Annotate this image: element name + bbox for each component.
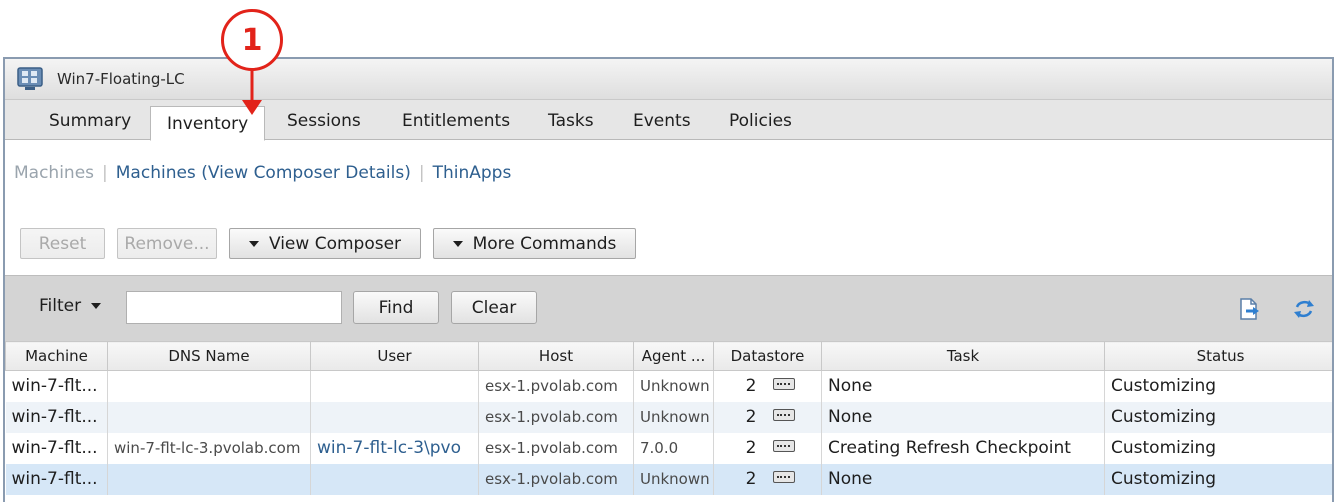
cell-host: esx-1.pvolab.com [478,401,634,433]
cell-user [310,463,479,495]
cell-machine: win-7-flt... [5,370,108,402]
view-composer-label: View Composer [268,233,402,254]
cell-host: esx-1.pvolab.com [478,370,634,402]
cell-task: Creating Refresh Checkpoint [821,432,1105,464]
cell-datastore: 2 [713,432,822,464]
column-header-machine[interactable]: Machine [5,341,108,371]
cell-user [310,401,479,433]
cell-dns-name [107,370,311,402]
datastore-details-icon[interactable] [772,471,795,483]
cell-agent: Unknown [633,463,714,495]
machines-table: Machine DNS Name User Host Agent ... Dat… [5,341,1332,495]
pool-window: Win7-Floating-LC Summary Inventory Sessi… [3,57,1334,502]
table-header-row: Machine DNS Name User Host Agent ... Dat… [5,341,1332,371]
remove-button[interactable]: Remove... [117,228,217,259]
datastore-details-icon[interactable] [772,409,795,421]
cell-task: None [821,370,1105,402]
column-header-agent[interactable]: Agent ... [633,341,714,371]
table-row[interactable]: win-7-flt... esx-1.pvolab.com Unknown 2 … [5,401,1332,433]
tab-entitlements[interactable]: Entitlements [386,100,526,140]
datastore-count: 2 [745,438,757,458]
cell-datastore: 2 [713,463,822,495]
view-composer-menu-button[interactable]: View Composer [229,228,421,259]
table-row[interactable]: win-7-flt... esx-1.pvolab.com Unknown 2 … [5,370,1332,402]
datastore-count: 2 [745,407,757,427]
cell-task: None [821,401,1105,433]
more-commands-label: More Commands [472,233,617,254]
datastore-details-icon[interactable] [772,440,795,452]
datastore-count: 2 [745,376,757,397]
cell-host: esx-1.pvolab.com [478,463,634,495]
tab-policies[interactable]: Policies [713,100,808,140]
cell-dns-name [107,463,311,495]
column-header-status[interactable]: Status [1104,341,1332,371]
cell-machine: win-7-flt... [5,432,108,464]
filter-input[interactable] [126,291,342,324]
tab-bar: Summary Inventory Sessions Entitlements … [5,100,1332,141]
filter-dropdown[interactable]: Filter [39,296,102,316]
clear-button[interactable]: Clear [451,291,537,324]
filter-bar: Filter Find Clear [5,275,1332,341]
subnav-composer-details-link[interactable]: Machines (View Composer Details) [116,163,411,183]
column-header-task[interactable]: Task [821,341,1105,371]
column-header-datastore[interactable]: Datastore [713,341,822,371]
dropdown-triangle-icon [248,240,259,247]
cell-dns-name: win-7-flt-lc-3.pvolab.com [107,432,311,464]
tab-tasks[interactable]: Tasks [532,100,610,140]
arrow-down-icon [242,70,262,115]
cell-status: Customizing [1104,401,1332,433]
cell-host: esx-1.pvolab.com [478,432,634,464]
cell-user[interactable]: win-7-flt-lc-3\pvo [310,432,479,464]
window-title: Win7-Floating-LC [57,70,185,88]
cell-dns-name [107,401,311,433]
cell-machine: win-7-flt... [5,401,108,433]
reset-button[interactable]: Reset [20,228,105,259]
subnav-separator: | [102,163,108,183]
cell-agent: 7.0.0 [633,432,714,464]
filter-label: Filter [39,296,82,316]
tab-events[interactable]: Events [617,100,707,140]
cell-datastore: 2 [713,370,822,402]
subnav-separator: | [418,163,425,183]
window-titlebar: Win7-Floating-LC [5,59,1332,100]
datastore-count: 2 [745,469,757,489]
dropdown-triangle-icon [91,303,102,309]
tab-sessions[interactable]: Sessions [271,100,377,140]
step-marker: 1 [221,9,283,71]
column-header-dns-name[interactable]: DNS Name [107,341,311,371]
export-icon[interactable] [1237,297,1261,321]
column-header-host[interactable]: Host [478,341,634,371]
datastore-details-icon[interactable] [772,378,795,391]
cell-status: Customizing [1104,432,1332,464]
subnav-machines: Machines [14,163,95,183]
more-commands-menu-button[interactable]: More Commands [433,228,636,259]
cell-status: Customizing [1104,370,1332,402]
desktop-pool-icon [17,67,43,90]
cell-datastore: 2 [713,401,822,433]
dropdown-triangle-icon [452,240,463,247]
column-header-user[interactable]: User [310,341,479,371]
table-row[interactable]: win-7-flt... win-7-flt-lc-3.pvolab.com w… [5,432,1332,464]
subnav-thinapps-link[interactable]: ThinApps [433,163,512,183]
cell-agent: Unknown [633,401,714,433]
cell-agent: Unknown [633,370,714,402]
refresh-icon[interactable] [1292,297,1316,321]
find-button[interactable]: Find [353,291,439,324]
cell-user [310,370,479,402]
tab-summary[interactable]: Summary [33,100,147,140]
inventory-subnav: Machines | Machines (View Composer Detai… [14,163,511,183]
table-row[interactable]: win-7-flt... esx-1.pvolab.com Unknown 2 … [5,463,1332,495]
cell-machine: win-7-flt... [5,463,108,495]
cell-status: Customizing [1104,463,1332,495]
cell-task: None [821,463,1105,495]
